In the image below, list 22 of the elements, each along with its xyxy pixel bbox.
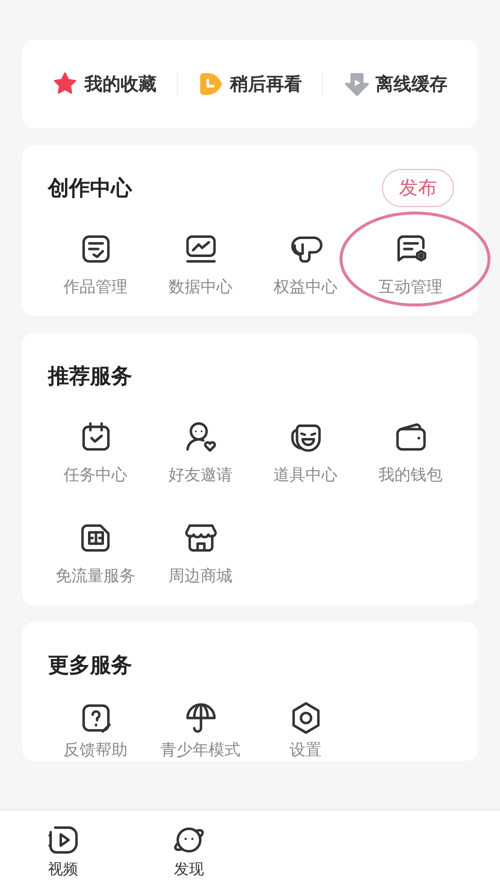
service-label[interactable]: 道具中心	[274, 465, 338, 486]
service-label[interactable]: 免流量服务	[56, 566, 136, 587]
service-label[interactable]: 任务中心	[64, 465, 128, 486]
service-label[interactable]: 设置	[290, 740, 322, 761]
service-label[interactable]: 互动管理	[378, 277, 442, 298]
quick-link[interactable]: 稍后再看	[230, 72, 302, 96]
quick-link[interactable]: 我的收藏	[84, 72, 156, 96]
service-label[interactable]: 青少年模式	[160, 740, 240, 761]
service-label[interactable]: 数据中心	[168, 277, 232, 298]
service-label[interactable]: 权益中心	[274, 277, 338, 298]
section-title: 创作中心	[48, 175, 132, 202]
service-label[interactable]: 周边商城	[168, 566, 232, 587]
nav-label[interactable]: 视频	[48, 860, 78, 878]
section-title: 更多服务	[48, 652, 132, 679]
service-label[interactable]: 好友邀请	[168, 465, 232, 486]
service-label[interactable]: 作品管理	[64, 277, 128, 298]
publish-button[interactable]: 发布	[382, 169, 454, 207]
quick-link[interactable]: 离线缓存	[376, 72, 448, 96]
service-label[interactable]: 反馈帮助	[64, 740, 128, 761]
nav-label[interactable]: 发现	[174, 860, 204, 878]
section-title: 推荐服务	[48, 363, 132, 390]
service-label[interactable]: 我的钱包	[378, 465, 442, 486]
